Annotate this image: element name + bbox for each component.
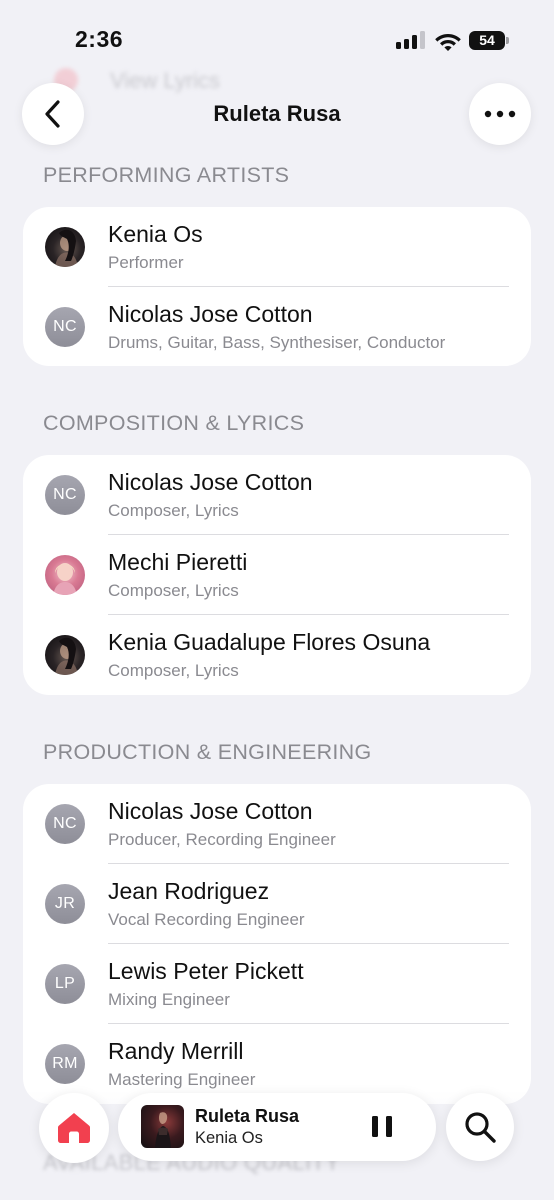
avatar: NC xyxy=(45,804,85,844)
credit-name: Jean Rodriguez xyxy=(108,878,270,904)
home-icon xyxy=(58,1113,90,1143)
credit-role: Producer, Recording Engineer xyxy=(108,830,336,849)
home-tab-button[interactable] xyxy=(39,1093,109,1163)
credit-row[interactable]: Kenia Os Performer xyxy=(23,207,531,287)
avatar: NC xyxy=(45,307,85,347)
credit-role: Vocal Recording Engineer xyxy=(108,910,305,929)
avatar xyxy=(45,227,85,267)
performing-artists-card: Kenia Os Performer NC Nicolas Jose Cotto… xyxy=(23,207,531,366)
credit-name: Randy Merrill xyxy=(108,1038,244,1064)
pause-icon xyxy=(386,1116,392,1137)
avatar: LP xyxy=(45,964,85,1004)
ghost-lyrics-row: View Lyrics xyxy=(40,62,514,102)
credit-row[interactable]: Kenia Guadalupe Flores Osuna Composer, L… xyxy=(23,615,531,695)
album-art-figure xyxy=(155,1112,171,1148)
credit-name: Nicolas Jose Cotton xyxy=(108,469,313,495)
section-header-performing-artists: PERFORMING ARTISTS xyxy=(43,163,290,187)
pause-button[interactable] xyxy=(369,1113,397,1141)
status-time: 2:36 xyxy=(75,26,124,52)
now-playing-artist: Kenia Os xyxy=(195,1129,263,1147)
credit-name: Lewis Peter Pickett xyxy=(108,958,304,984)
section-header-production-engineering: PRODUCTION & ENGINEERING xyxy=(43,740,372,764)
credit-role: Performer xyxy=(108,253,184,272)
credit-role: Composer, Lyrics xyxy=(108,581,239,600)
battery-indicator: 54 xyxy=(469,31,505,50)
avatar xyxy=(45,555,85,595)
production-engineering-card: NC Nicolas Jose Cotton Producer, Recordi… xyxy=(23,784,531,1104)
battery-nub xyxy=(506,37,509,44)
mini-player[interactable]: Ruleta Rusa Kenia Os xyxy=(118,1093,436,1161)
credit-role: Mastering Engineer xyxy=(108,1070,256,1089)
composition-lyrics-card: NC Nicolas Jose Cotton Composer, Lyrics … xyxy=(23,455,531,695)
artist-photo xyxy=(55,229,78,267)
pause-icon xyxy=(372,1116,378,1137)
artist-photo xyxy=(53,563,77,595)
ellipsis-icon xyxy=(484,110,516,118)
section-header-composition-lyrics: COMPOSITION & LYRICS xyxy=(43,411,305,435)
credit-row[interactable]: NC Nicolas Jose Cotton Drums, Guitar, Ba… xyxy=(23,287,531,366)
avatar: NC xyxy=(45,475,85,515)
credit-role: Composer, Lyrics xyxy=(108,501,239,520)
credit-row[interactable]: NC Nicolas Jose Cotton Composer, Lyrics xyxy=(23,455,531,535)
credit-role: Composer, Lyrics xyxy=(108,661,239,680)
credit-name: Kenia Os xyxy=(108,221,203,247)
search-tab-button[interactable] xyxy=(446,1093,514,1161)
credit-name: Kenia Guadalupe Flores Osuna xyxy=(108,629,431,655)
more-options-button[interactable] xyxy=(469,83,531,145)
credit-role: Drums, Guitar, Bass, Synthesiser, Conduc… xyxy=(108,333,446,352)
ghost-lyrics-label: View Lyrics xyxy=(110,68,221,93)
credit-role: Mixing Engineer xyxy=(108,990,230,1009)
credit-name: Mechi Pieretti xyxy=(108,549,248,575)
avatar: RM xyxy=(45,1044,85,1084)
search-icon xyxy=(465,1112,496,1143)
credit-row[interactable]: Mechi Pieretti Composer, Lyrics xyxy=(23,535,531,615)
cellular-signal-icon xyxy=(396,31,426,49)
artist-photo xyxy=(55,637,78,675)
credit-name: Nicolas Jose Cotton xyxy=(108,798,313,824)
credit-name: Nicolas Jose Cotton xyxy=(108,301,313,327)
album-artwork xyxy=(141,1105,184,1148)
credit-row[interactable]: LP Lewis Peter Pickett Mixing Engineer xyxy=(23,944,531,1024)
credit-row[interactable]: JR Jean Rodriguez Vocal Recording Engine… xyxy=(23,864,531,944)
now-playing-title: Ruleta Rusa xyxy=(195,1106,300,1126)
wifi-icon xyxy=(435,34,461,51)
avatar: JR xyxy=(45,884,85,924)
avatar xyxy=(45,635,85,675)
credit-row[interactable]: NC Nicolas Jose Cotton Producer, Recordi… xyxy=(23,784,531,864)
